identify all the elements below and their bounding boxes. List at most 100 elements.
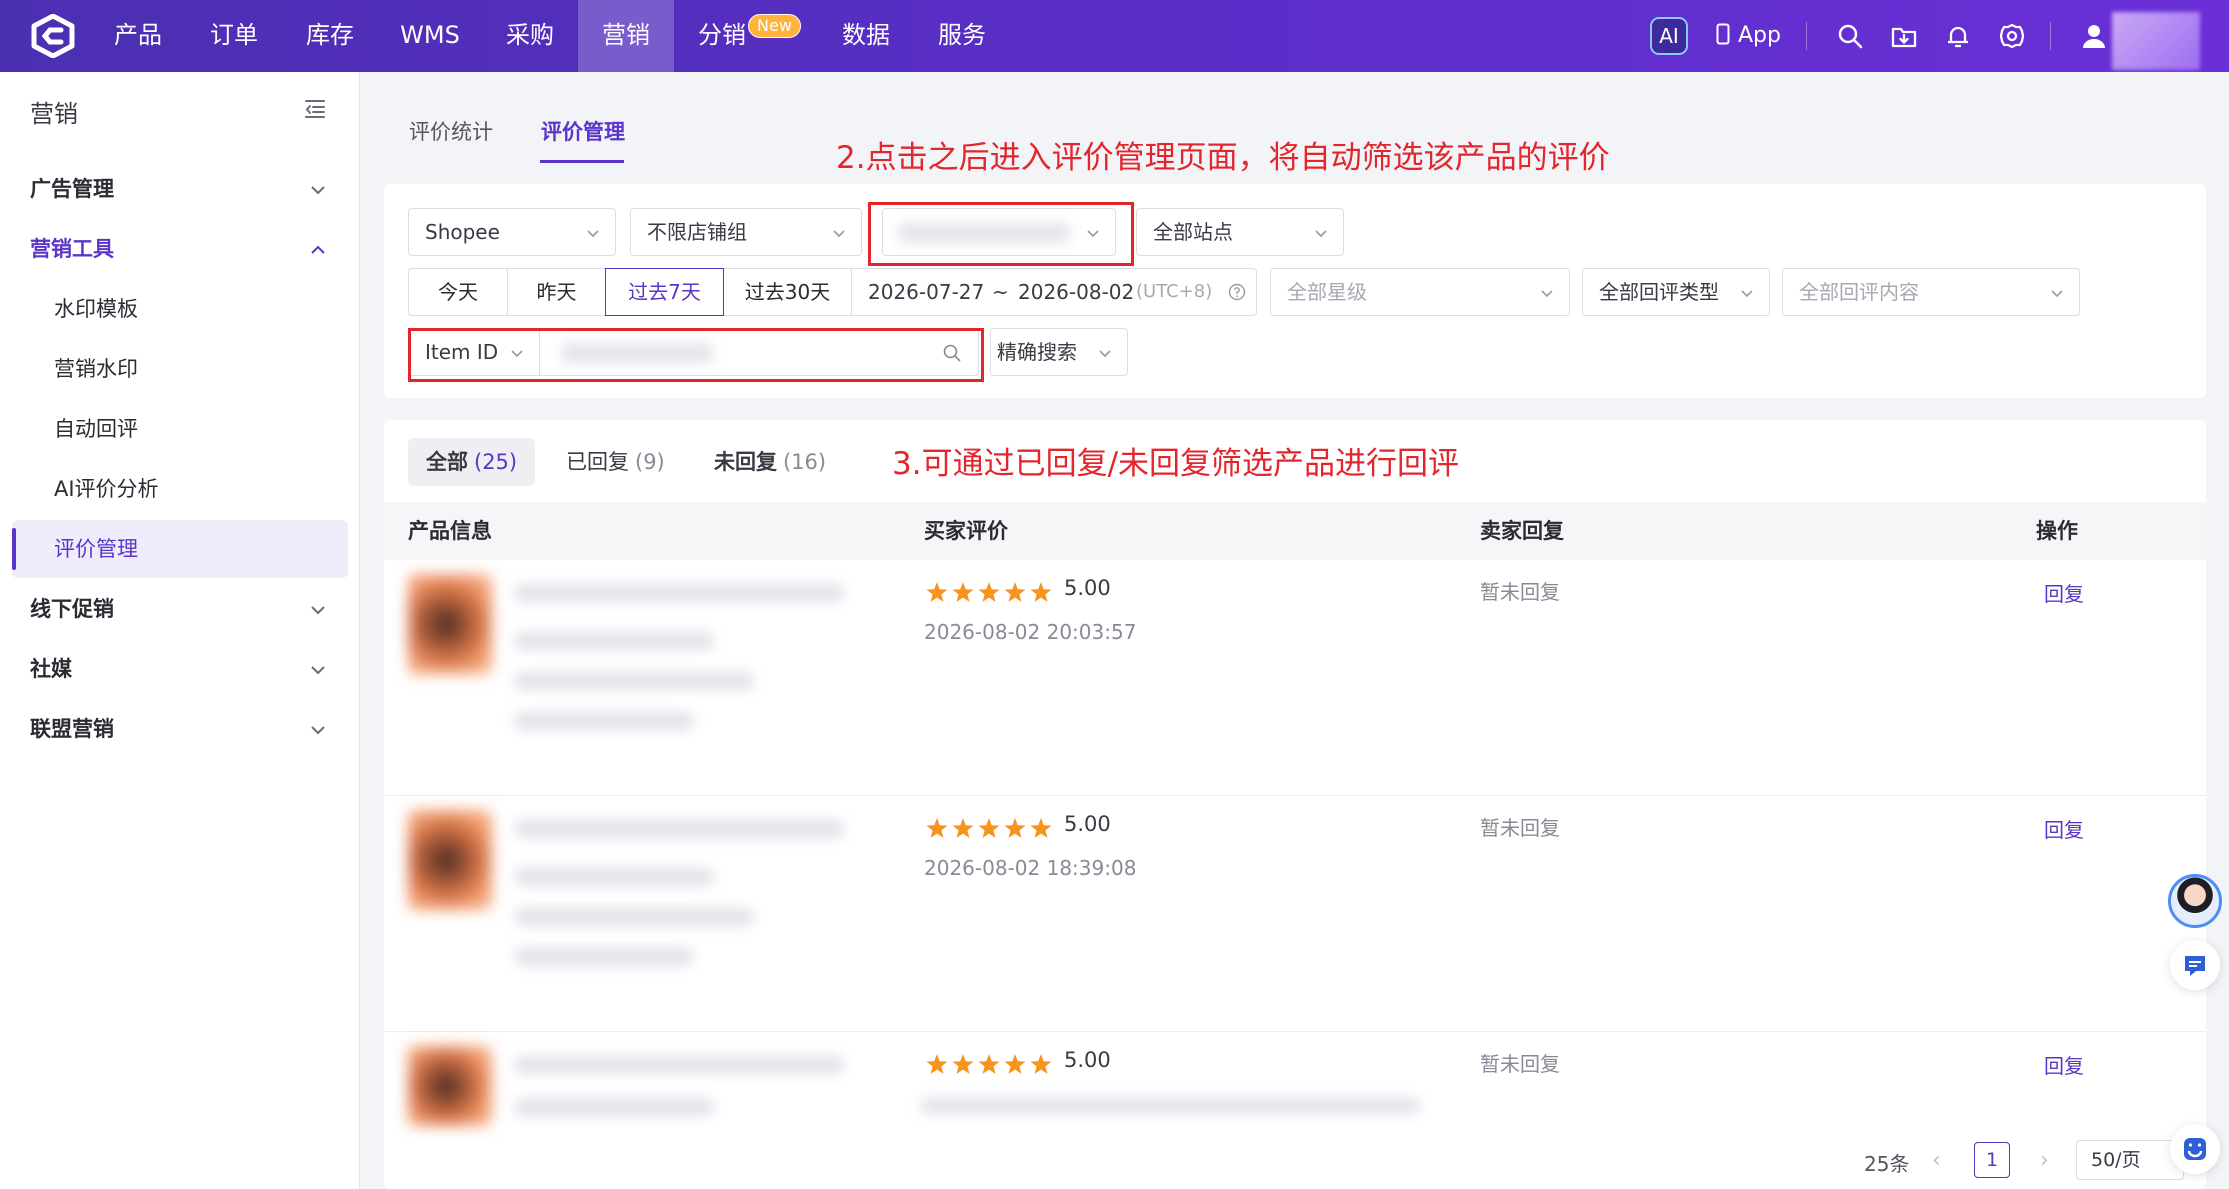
date-range-last-7-days[interactable]: 过去7天 bbox=[605, 268, 724, 316]
status-tab-all[interactable]: 全部 (25) bbox=[408, 438, 536, 486]
reply-content-select[interactable]: 全部回评内容 bbox=[1782, 268, 2080, 316]
star-rating bbox=[926, 818, 1052, 838]
site-select[interactable]: 全部站点 bbox=[1136, 208, 1344, 256]
star-icon bbox=[952, 582, 974, 602]
timezone-label: (UTC+8) bbox=[1136, 281, 1213, 302]
column-buyer-review: 买家评价 bbox=[924, 519, 1008, 543]
reply-button[interactable]: 回复 bbox=[2044, 814, 2084, 843]
star-icon bbox=[926, 818, 948, 838]
nav-product[interactable]: 产品 bbox=[104, 0, 172, 72]
date-range-picker[interactable]: 2026-07-27 ~ 2026-08-02 (UTC+8) bbox=[851, 268, 1257, 316]
nav-purchase[interactable]: 采购 bbox=[496, 0, 564, 72]
star-rating-select[interactable]: 全部星级 bbox=[1270, 268, 1570, 316]
sidebar-item-marketing-tools[interactable]: 营销工具 bbox=[0, 220, 360, 278]
settings-icon[interactable] bbox=[1998, 22, 2026, 50]
date-range-last-30-days[interactable]: 过去30天 bbox=[723, 268, 852, 316]
help-icon[interactable] bbox=[1228, 283, 1246, 301]
page-size-select[interactable]: 50/页 bbox=[2076, 1140, 2184, 1180]
star-rating bbox=[926, 582, 1052, 602]
date-range-today[interactable]: 今天 bbox=[408, 268, 508, 316]
platform-select[interactable]: Shopee bbox=[408, 208, 616, 256]
chevron-down-icon bbox=[311, 726, 325, 735]
shop-group-value: 不限店铺组 bbox=[647, 220, 747, 244]
page-number[interactable]: 1 bbox=[1974, 1142, 2010, 1178]
chevron-down-icon bbox=[311, 186, 325, 195]
ai-button[interactable]: AI bbox=[1650, 17, 1688, 55]
review-list-panel: 全部 (25) 已回复 (9) 未回复 (16) 产品信息 买家评价 卖家回复 操作 … bbox=[384, 420, 2206, 1189]
sidebar-item-social-media[interactable]: 社媒 bbox=[0, 640, 360, 698]
folder-download-icon[interactable] bbox=[1890, 22, 1918, 50]
star-icon bbox=[1004, 582, 1026, 602]
seller-reply-status: 暂未回复 bbox=[1480, 1052, 1560, 1076]
sidebar-item-affiliate-marketing[interactable]: 联盟营销 bbox=[0, 700, 360, 758]
status-tab-unreplied[interactable]: 未回复 (16) bbox=[696, 438, 844, 486]
redacted-product-detail bbox=[514, 948, 694, 966]
status-tab-count: (9) bbox=[635, 450, 665, 474]
table-row: 5.00 2026-08-02 20:03:57 暂未回复 回复 bbox=[384, 560, 2206, 796]
customer-service-avatar[interactable] bbox=[2168, 874, 2222, 928]
sidebar: 营销 广告管理 营销工具 水印模板 营销水印 自动回评 AI评价分析 评价管理 … bbox=[0, 72, 360, 1189]
seller-reply-status: 暂未回复 bbox=[1480, 580, 1560, 604]
star-icon bbox=[978, 818, 1000, 838]
sidebar-subitem-label: 营销水印 bbox=[54, 357, 138, 381]
status-tab-label: 已回复 bbox=[566, 450, 629, 474]
date-end: 2026-08-02 bbox=[1018, 280, 1135, 304]
feedback-button[interactable] bbox=[2170, 1124, 2220, 1174]
sidebar-subitem-auto-reply[interactable]: 自动回评 bbox=[12, 400, 348, 458]
sidebar-subitem-marketing-watermark[interactable]: 营销水印 bbox=[12, 340, 348, 398]
app-download-link[interactable]: App bbox=[1716, 0, 1781, 72]
reply-content-placeholder: 全部回评内容 bbox=[1799, 280, 1919, 304]
redacted-product-detail bbox=[514, 632, 714, 650]
chevron-down-icon bbox=[1315, 230, 1327, 238]
bell-icon[interactable] bbox=[1944, 22, 1972, 50]
sidebar-item-offline-promotion[interactable]: 线下促销 bbox=[0, 580, 360, 638]
sidebar-subitem-label: 自动回评 bbox=[54, 417, 138, 441]
nav-wms[interactable]: WMS bbox=[392, 0, 468, 72]
review-time: 2026-08-02 20:03:57 bbox=[924, 620, 1137, 644]
chat-button[interactable] bbox=[2170, 940, 2220, 990]
reply-type-select[interactable]: 全部回评类型 bbox=[1582, 268, 1770, 316]
shop-group-select[interactable]: 不限店铺组 bbox=[630, 208, 862, 256]
reply-button[interactable]: 回复 bbox=[2044, 578, 2084, 607]
redacted-product-detail bbox=[514, 672, 754, 690]
search-icon[interactable] bbox=[1836, 22, 1864, 50]
user-icon[interactable] bbox=[2080, 22, 2108, 50]
nav-marketing[interactable]: 营销 bbox=[578, 0, 674, 72]
sidebar-subitem-review-management[interactable]: 评价管理 bbox=[12, 520, 348, 578]
sidebar-item-ads[interactable]: 广告管理 bbox=[0, 160, 360, 218]
search-mode-value: 精确搜索 bbox=[997, 340, 1077, 364]
star-icon bbox=[926, 1054, 948, 1074]
user-account-avatar[interactable] bbox=[2112, 12, 2200, 70]
tab-review-management[interactable]: 评价管理 bbox=[541, 116, 625, 146]
reply-button[interactable]: 回复 bbox=[2044, 1050, 2084, 1079]
nav-service[interactable]: 服务 bbox=[928, 0, 996, 72]
chevron-down-icon bbox=[1541, 290, 1553, 298]
topbar-divider bbox=[1806, 22, 1807, 50]
nav-inventory[interactable]: 库存 bbox=[296, 0, 364, 72]
topbar-divider bbox=[2050, 22, 2051, 50]
sidebar-subitem-watermark-template[interactable]: 水印模板 bbox=[12, 280, 348, 338]
top-navigation-bar: 产品 订单 库存 WMS 采购 营销 分销 New 数据 服务 AI App bbox=[0, 0, 2229, 72]
nav-distribution[interactable]: 分销 bbox=[688, 0, 756, 72]
table-header: 产品信息 买家评价 卖家回复 操作 bbox=[384, 502, 2206, 560]
column-actions: 操作 bbox=[2036, 519, 2078, 543]
sidebar-item-label: 联盟营销 bbox=[30, 717, 114, 741]
seller-reply-status: 暂未回复 bbox=[1480, 816, 1560, 840]
nav-orders[interactable]: 订单 bbox=[200, 0, 268, 72]
column-product-info: 产品信息 bbox=[408, 519, 492, 543]
collapse-sidebar-icon[interactable] bbox=[304, 98, 326, 120]
product-image bbox=[408, 574, 492, 674]
tab-review-statistics[interactable]: 评价统计 bbox=[409, 116, 493, 146]
app-logo-icon[interactable] bbox=[30, 14, 76, 58]
nav-data[interactable]: 数据 bbox=[832, 0, 900, 72]
date-range-yesterday[interactable]: 昨天 bbox=[507, 268, 606, 316]
next-page-icon[interactable]: › bbox=[2040, 1148, 2049, 1173]
prev-page-icon[interactable]: ‹ bbox=[1932, 1148, 1941, 1173]
search-mode-select[interactable]: 精确搜索 bbox=[990, 328, 1128, 376]
sidebar-subitem-ai-review-analysis[interactable]: AI评价分析 bbox=[12, 460, 348, 518]
redacted-product-title bbox=[514, 1056, 844, 1074]
status-tab-label: 未回复 bbox=[714, 450, 777, 474]
redacted-product-detail bbox=[514, 712, 694, 730]
sidebar-item-label: 广告管理 bbox=[30, 177, 114, 201]
status-tab-replied[interactable]: 已回复 (9) bbox=[548, 438, 683, 486]
